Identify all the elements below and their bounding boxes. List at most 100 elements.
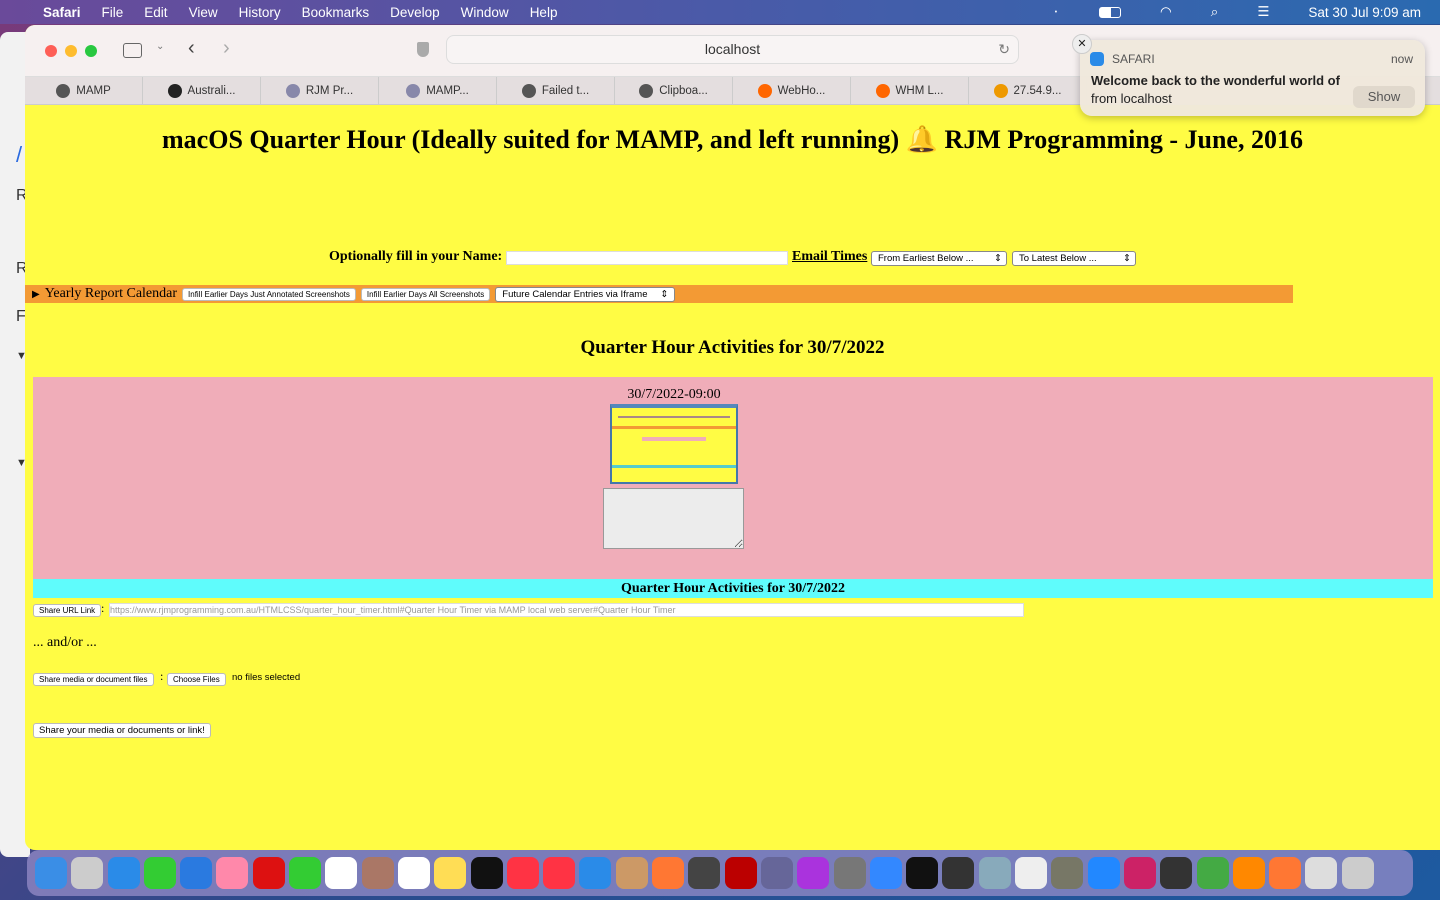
future-calendar-select[interactable]: Future Calendar Entries via Iframe ⇕ [495, 286, 676, 302]
launchpad-icon[interactable] [71, 857, 104, 889]
messages-icon[interactable] [143, 857, 176, 889]
terminal-icon[interactable] [906, 857, 939, 889]
calendar-summary[interactable]: Yearly Report Calendar [45, 286, 177, 302]
infill-annotated-button[interactable]: Infill Earlier Days Just Annotated Scree… [182, 287, 356, 301]
app-store-icon[interactable] [579, 857, 612, 889]
podcasts-icon[interactable] [797, 857, 830, 889]
notification-show-button[interactable]: Show [1353, 86, 1415, 108]
clock[interactable]: Sat 30 Jul 9:09 am [1308, 5, 1421, 20]
tab[interactable]: RJM Pr... [261, 77, 379, 104]
tab[interactable]: Clipboa... [615, 77, 733, 104]
menu-bookmarks[interactable]: Bookmarks [302, 5, 370, 20]
firefox-dev-icon[interactable] [1269, 857, 1302, 889]
share-url-button[interactable]: Share URL Link [33, 604, 102, 617]
email-times-link[interactable]: Email Times [792, 249, 867, 265]
tv-icon[interactable] [470, 857, 503, 889]
no-files-text: no files selected [232, 672, 301, 683]
menu-file[interactable]: File [102, 5, 124, 20]
tab-label: RJM Pr... [305, 84, 354, 97]
tab-label: MAMP [76, 84, 111, 97]
notification-time: now [1390, 52, 1413, 66]
cpanel-icon [757, 83, 772, 98]
menu-develop[interactable]: Develop [390, 5, 440, 20]
trash-icon[interactable] [1341, 857, 1374, 889]
reload-icon[interactable]: ↻ [998, 36, 1010, 63]
share-media-button[interactable]: Share media or document files [33, 673, 154, 686]
cyan-heading: Quarter Hour Activities for 30/7/2022 [33, 579, 1433, 598]
disclosure-triangle-icon[interactable]: ▶ [32, 289, 40, 300]
document-icon[interactable] [1015, 857, 1048, 889]
music-icon[interactable] [506, 857, 539, 889]
rjm-icon [285, 83, 300, 98]
minimize-window-button[interactable] [65, 45, 77, 57]
chrome-icon[interactable] [1196, 857, 1229, 889]
preview-icon[interactable] [978, 857, 1011, 889]
tab[interactable]: MAMP... [379, 77, 497, 104]
safari-notification[interactable]: ✕ SAFARI now Welcome back to the wonderf… [1072, 34, 1425, 116]
forward-button[interactable]: › [223, 37, 230, 60]
firefox-icon[interactable] [652, 857, 685, 889]
infill-all-button[interactable]: Infill Earlier Days All Screenshots [360, 287, 491, 301]
chevron-down-icon[interactable]: ⌄ [156, 41, 164, 52]
menu-help[interactable]: Help [530, 5, 558, 20]
reminders-icon[interactable] [397, 857, 430, 889]
share-url-input[interactable] [109, 603, 1024, 617]
menu-window[interactable]: Window [461, 5, 509, 20]
photos-icon[interactable] [216, 857, 249, 889]
calculator-icon[interactable] [688, 857, 721, 889]
quicktime-icon[interactable] [1160, 857, 1193, 889]
xcode-icon[interactable] [869, 857, 902, 889]
gimp-icon[interactable] [1051, 857, 1084, 889]
menu-safari[interactable]: Safari [43, 5, 81, 20]
tab[interactable]: WebHo... [733, 77, 851, 104]
screenshot-thumbnail[interactable] [610, 404, 738, 484]
tab-label: Australi... [187, 84, 236, 97]
paint-icon[interactable] [615, 857, 648, 889]
zoom-window-button[interactable] [85, 45, 97, 57]
mamp-icon[interactable] [942, 857, 975, 889]
wifi-icon[interactable]: ◠ [1160, 4, 1172, 20]
share-submit-button[interactable]: Share your media or documents or link! [33, 723, 211, 738]
contacts-icon[interactable] [361, 857, 394, 889]
tab[interactable]: MAMP [25, 77, 143, 104]
sidebar-toggle-icon[interactable] [123, 43, 142, 58]
calendar-icon[interactable] [325, 857, 358, 889]
name-input[interactable] [506, 251, 788, 265]
zoom-icon[interactable] [1087, 857, 1120, 889]
email-to-select[interactable]: To Latest Below ... ⇕ [1012, 251, 1136, 266]
tab[interactable]: 27.54.9... [969, 77, 1087, 104]
close-window-button[interactable] [45, 45, 57, 57]
spotlight-icon[interactable]: ⌕ [1211, 4, 1219, 20]
system-preferences-icon[interactable] [833, 857, 866, 889]
finder-icon[interactable] [35, 857, 67, 889]
email-from-select[interactable]: From Earliest Below ... ⇕ [871, 251, 1007, 266]
privacy-shield-icon[interactable] [417, 42, 429, 57]
mail-icon[interactable] [180, 857, 213, 889]
battery-icon[interactable] [1098, 6, 1121, 18]
menu-view[interactable]: View [189, 5, 218, 20]
safari-window: ⌄ ‹ › localhost ↻ MAMP Australi... RJM Pr.… [25, 25, 1440, 850]
tab[interactable]: Failed t... [497, 77, 615, 104]
safari-icon[interactable] [107, 857, 140, 889]
choose-files-button[interactable]: Choose Files [167, 673, 226, 686]
notes-icon[interactable] [434, 857, 467, 889]
notification-close-icon[interactable]: ✕ [1072, 34, 1092, 54]
bluetooth-icon[interactable]: ᛫ [1052, 5, 1060, 20]
books-icon[interactable] [1232, 857, 1265, 889]
tab[interactable]: WHM L... [851, 77, 969, 104]
music-doc-icon[interactable] [1305, 857, 1338, 889]
filezilla-icon[interactable] [724, 857, 757, 889]
facetime-icon[interactable] [289, 857, 322, 889]
news-icon[interactable] [543, 857, 576, 889]
bbedit-icon[interactable] [760, 857, 793, 889]
control-center-icon[interactable]: ☰ [1257, 4, 1269, 20]
mamp-icon [521, 83, 536, 98]
entry-annotation-textarea[interactable] [603, 488, 744, 549]
tab[interactable]: Australi... [143, 77, 261, 104]
opera-icon[interactable] [252, 857, 285, 889]
intellij-icon[interactable] [1123, 857, 1156, 889]
back-button[interactable]: ‹ [188, 37, 195, 60]
menu-edit[interactable]: Edit [144, 5, 167, 20]
menu-history[interactable]: History [239, 5, 281, 20]
address-bar[interactable]: localhost ↻ [446, 35, 1019, 64]
